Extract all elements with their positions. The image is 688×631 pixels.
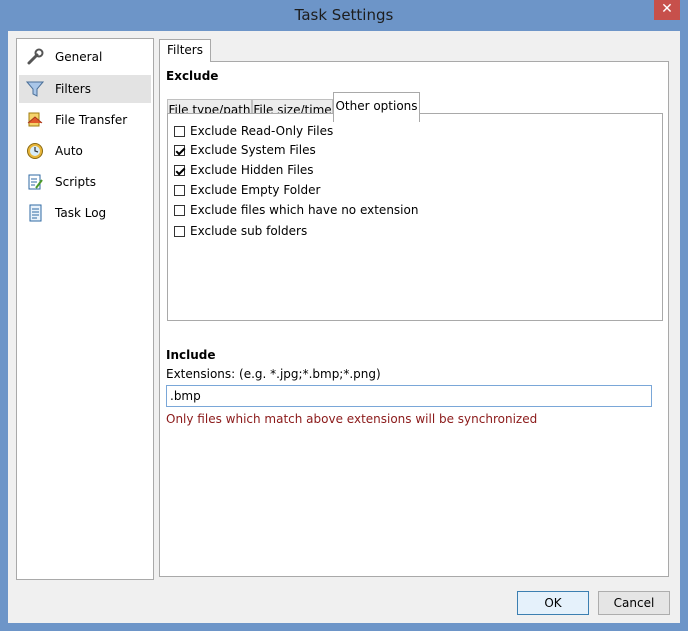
option-exclude-sub-folders[interactable]: Exclude sub folders	[174, 224, 307, 238]
exclude-heading: Exclude	[166, 69, 219, 83]
checkbox[interactable]	[174, 225, 185, 237]
sidebar-item-filters[interactable]: Filters	[19, 75, 151, 103]
option-label: Exclude sub folders	[190, 224, 308, 238]
extensions-label: Extensions: (e.g. *.jpg;*.bmp;*.png)	[166, 367, 381, 381]
checkbox[interactable]	[174, 144, 185, 156]
sidebar-item-label: Task Log	[55, 206, 107, 220]
option-exclude-read-only[interactable]: Exclude Read-Only Files	[174, 124, 333, 138]
sidebar-item-auto[interactable]: Auto	[19, 137, 151, 165]
window-title: Task Settings	[294, 6, 394, 24]
extensions-hint: Only files which match above extensions …	[166, 412, 538, 426]
sidebar-item-label: File Transfer	[55, 113, 128, 127]
option-label: Exclude System Files	[190, 143, 316, 157]
dialog-body: General Filters File Transfer Auto Scrip…	[8, 31, 680, 623]
title-bar[interactable]: Task Settings ✕	[0, 0, 688, 31]
option-label: Exclude files which have no extension	[190, 203, 419, 217]
settings-sidebar: General Filters File Transfer Auto Scrip…	[16, 38, 154, 580]
option-exclude-empty-folder[interactable]: Exclude Empty Folder	[174, 183, 320, 197]
option-exclude-system[interactable]: Exclude System Files	[174, 143, 316, 157]
include-heading: Include	[166, 348, 216, 362]
tab-other-options[interactable]: Other options	[333, 92, 420, 122]
sidebar-item-label: Auto	[55, 144, 83, 158]
checkbox[interactable]	[174, 125, 185, 137]
wrench-icon	[25, 47, 45, 67]
sidebar-item-scripts[interactable]: Scripts	[19, 168, 151, 196]
option-label: Exclude Hidden Files	[190, 163, 314, 177]
sidebar-item-task-log[interactable]: Task Log	[19, 199, 151, 227]
close-icon: ✕	[661, 1, 673, 17]
close-button[interactable]: ✕	[654, 0, 680, 20]
extensions-input[interactable]: .bmp	[166, 385, 652, 407]
log-icon	[25, 203, 45, 223]
sidebar-item-label: Filters	[55, 82, 91, 96]
ok-button[interactable]: OK	[517, 591, 589, 615]
funnel-icon	[25, 79, 45, 99]
script-icon	[25, 172, 45, 192]
checkbox[interactable]	[174, 164, 185, 176]
option-exclude-no-extension[interactable]: Exclude files which have no extension	[174, 203, 418, 217]
sidebar-item-file-transfer[interactable]: File Transfer	[19, 106, 151, 134]
option-label: Exclude Read-Only Files	[190, 124, 334, 138]
clock-icon	[25, 141, 45, 161]
tab-filters[interactable]: Filters	[159, 39, 211, 62]
cancel-button[interactable]: Cancel	[598, 591, 670, 615]
option-exclude-hidden[interactable]: Exclude Hidden Files	[174, 163, 314, 177]
sidebar-item-label: Scripts	[55, 175, 97, 189]
option-label: Exclude Empty Folder	[190, 183, 321, 197]
checkbox[interactable]	[174, 184, 185, 196]
task-settings-window: Task Settings ✕ General Filters File Tra…	[0, 0, 688, 631]
file-transfer-icon	[25, 110, 45, 130]
sidebar-item-general[interactable]: General	[19, 43, 151, 71]
checkbox[interactable]	[174, 204, 185, 216]
sidebar-item-label: General	[55, 50, 103, 64]
